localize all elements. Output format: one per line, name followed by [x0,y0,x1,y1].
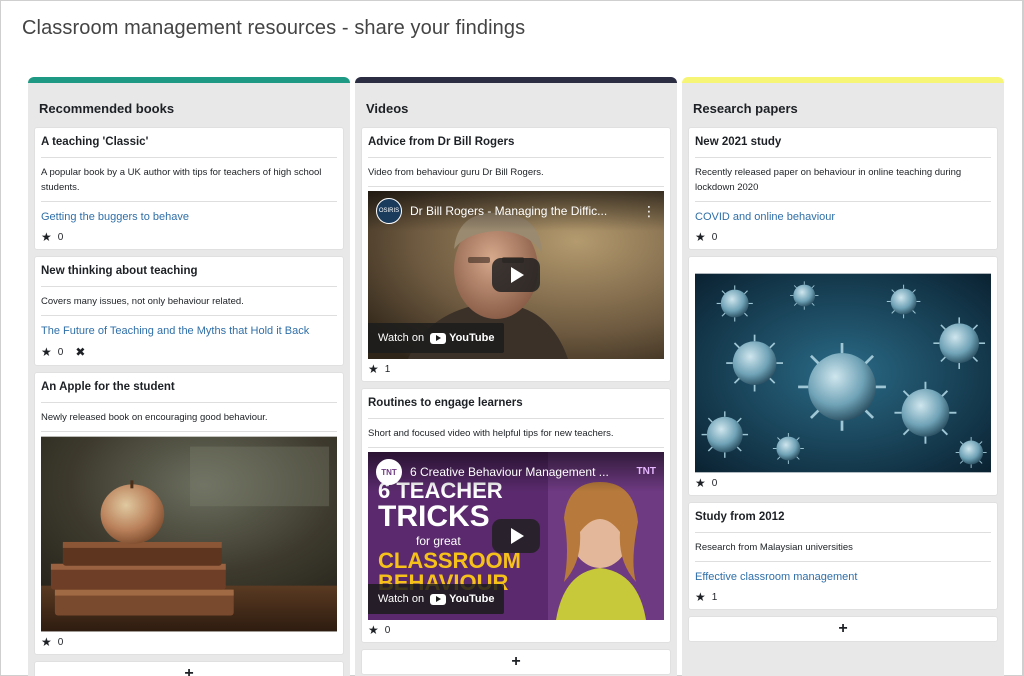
post-description: Recently released paper on behaviour in … [695,158,991,202]
rating-count: 0 [57,231,64,243]
post-link[interactable]: Getting the buggers to behave [41,202,337,227]
watch-on-label: Watch on [378,593,425,605]
add-post-button[interactable]: + [688,616,998,642]
column-videos: Videos Advice from Dr Bill Rogers Video … [355,77,677,676]
post-title: Routines to engage learners [368,389,664,419]
post-description: Video from behaviour guru Dr Bill Rogers… [368,158,664,187]
post-card: New 2021 study Recently released paper o… [688,127,998,250]
column-heading: Recommended books [39,101,175,116]
youtube-logo: YouTube [430,593,494,605]
post-card: Study from 2012 Research from Malaysian … [688,502,998,610]
rating-count: 0 [711,477,718,489]
post-meta: ★ 0 [41,227,337,249]
post-meta: ★ 0 [41,632,337,654]
channel-logo[interactable]: OSIRIS [376,198,402,224]
rating-count: 0 [384,624,391,636]
video-header: TNT 6 Creative Behaviour Management ... … [368,452,664,492]
post-link[interactable]: Effective classroom management [695,562,991,587]
youtube-play-icon [430,593,447,605]
star-icon[interactable]: ★ [368,624,379,636]
column-heading: Research papers [693,101,798,116]
post-meta: ★ 1 [695,587,991,609]
post-title: Study from 2012 [695,503,991,533]
post-card: New thinking about teaching Covers many … [34,256,344,366]
youtube-label: YouTube [449,593,495,605]
channel-logo[interactable]: TNT [376,459,402,485]
post-card: An Apple for the student Newly released … [34,372,344,655]
youtube-logo: YouTube [430,332,494,344]
post-meta: ★ 0 [368,620,664,642]
post-description: Covers many issues, not only behaviour r… [41,287,337,316]
post-card: A teaching 'Classic' A popular book by a… [34,127,344,250]
youtube-play-icon [430,332,447,344]
post-card: Routines to engage learners Short and fo… [361,388,671,643]
star-icon[interactable]: ★ [368,363,379,375]
post-title: New 2021 study [695,128,991,158]
watch-on-label: Watch on [378,332,425,344]
embedded-video[interactable]: 6 TEACHER TRICKS for great CLASSROOM BEH… [368,452,664,620]
star-icon[interactable]: ★ [41,346,52,358]
video-title[interactable]: 6 Creative Behaviour Management ... [410,465,629,479]
post-description: Research from Malaysian universities [695,533,991,562]
post-card: Advice from Dr Bill Rogers Video from be… [361,127,671,382]
add-post-button[interactable]: + [361,649,671,675]
add-post-button[interactable]: + [34,661,344,676]
virus-image [695,273,991,473]
post-description: Short and focused video with helpful tip… [368,419,664,448]
post-title: A teaching 'Classic' [41,128,337,158]
rating-count: 1 [384,363,391,375]
star-icon[interactable]: ★ [695,477,706,489]
video-header: OSIRIS Dr Bill Rogers - Managing the Dif… [368,191,664,231]
post-meta: ★ 0 [695,227,991,249]
star-icon[interactable]: ★ [695,231,706,243]
post-title: New thinking about teaching [41,257,337,287]
star-icon[interactable]: ★ [41,231,52,243]
rating-count: 0 [711,231,718,243]
star-icon[interactable]: ★ [695,591,706,603]
column-heading: Videos [366,101,409,116]
play-button[interactable] [492,519,540,553]
rating-count: 0 [57,636,64,648]
post-meta: ★ 1 [368,359,664,381]
post-title: An Apple for the student [41,373,337,403]
apple-on-books-image [41,436,337,632]
post-description: A popular book by a UK author with tips … [41,158,337,202]
post-meta: ★ 0 ✖ [41,341,337,365]
post-meta: ★ 0 [695,473,991,495]
rating-count: 1 [711,591,718,603]
delete-icon[interactable]: ✖ [75,345,85,359]
watch-on-youtube-button[interactable]: Watch on YouTube [368,323,505,353]
thumbnail-line: CLASSROOM [378,548,521,573]
post-title: Advice from Dr Bill Rogers [368,128,664,158]
watch-on-youtube-button[interactable]: Watch on YouTube [368,584,505,614]
column-research-papers: Research papers New 2021 study Recently … [682,77,1004,676]
post-description: Newly released book on encouraging good … [41,403,337,432]
page-title: Classroom management resources - share y… [22,17,526,39]
post-link[interactable]: COVID and online behaviour [695,202,991,227]
tnt-logo: TNT [636,466,656,477]
rating-count: 0 [57,346,64,358]
embedded-video[interactable]: OSIRIS Dr Bill Rogers - Managing the Dif… [368,191,664,359]
post-card: ★ 0 [688,256,998,496]
youtube-label: YouTube [449,332,495,344]
video-title[interactable]: Dr Bill Rogers - Managing the Diffic... [410,204,634,218]
column-recommended-books: Recommended books A teaching 'Classic' A… [28,77,350,676]
play-button[interactable] [492,258,540,292]
star-icon[interactable]: ★ [41,636,52,648]
post-link[interactable]: The Future of Teaching and the Myths tha… [41,316,337,341]
more-options-icon[interactable]: ⋮ [642,204,656,218]
